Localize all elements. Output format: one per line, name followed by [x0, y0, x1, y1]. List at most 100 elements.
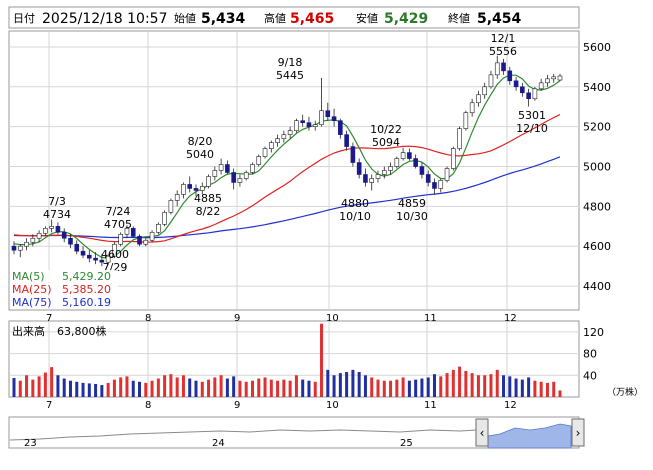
candle-body — [338, 120, 343, 135]
volume-bar — [370, 377, 374, 397]
volume-bar — [407, 380, 411, 397]
candle-body — [306, 122, 312, 127]
candle-body — [319, 110, 324, 125]
volume-bar — [539, 381, 543, 397]
volume-bar — [451, 369, 455, 397]
navigator-label: 23 — [24, 438, 37, 449]
volume-bar — [31, 379, 35, 397]
x-tick-label: 12 — [504, 400, 517, 411]
volume-bar — [476, 375, 480, 397]
stock-chart: 日付 2025/12/18 10:57 始値 5,434 高値 5,465 安値 5,429 終… — [8, 6, 643, 449]
volume-bar — [181, 375, 185, 397]
legend-value: 5,429.20 — [62, 270, 111, 283]
y-tick-label: 5600 — [583, 41, 611, 54]
volume-bar — [188, 378, 192, 397]
annotation-date: 10/30 — [396, 210, 428, 223]
candle-body — [551, 76, 557, 80]
candle-body — [300, 120, 305, 123]
y-tick-label: 5200 — [583, 121, 611, 134]
date-value: 2025/12/18 10:57 — [42, 11, 168, 27]
candle-body — [469, 102, 475, 114]
annotation-date: 8/20 — [188, 135, 213, 148]
volume-bar — [125, 376, 129, 397]
candle-body — [463, 112, 469, 129]
legend-value: 5,385.20 — [62, 283, 111, 296]
volume-bar — [138, 381, 142, 397]
volume-bar — [106, 382, 110, 397]
volume-bar — [313, 381, 317, 397]
x-tick-label: 10 — [326, 400, 339, 411]
annotation-date: 12/1 — [491, 32, 516, 45]
volume-bar — [401, 377, 405, 397]
volume-bar — [43, 372, 47, 397]
x-tick-label: 7 — [46, 400, 52, 411]
candle-body — [294, 120, 299, 131]
low-label: 安値 — [356, 11, 378, 25]
volume-bar — [81, 382, 85, 397]
candle-body — [501, 62, 506, 72]
candle-body — [369, 178, 375, 183]
high-label: 高値 — [264, 11, 286, 25]
candle-body — [243, 172, 249, 179]
annotation-value: 4734 — [43, 208, 71, 221]
volume-bar — [520, 379, 524, 397]
volume-bar — [119, 377, 123, 397]
annotation-date: 10/22 — [370, 123, 402, 136]
volume-bar — [495, 369, 499, 397]
y-tick-label: 4600 — [583, 240, 611, 253]
candle-body — [262, 148, 268, 157]
candle-body — [413, 158, 418, 167]
candle-body — [269, 142, 274, 149]
x-tick-label: 9 — [234, 313, 240, 324]
annotation-date: 9/18 — [278, 56, 303, 69]
annotation-value: 5301 — [518, 109, 546, 122]
candle-body — [199, 186, 205, 191]
candle-body — [168, 200, 174, 213]
candle-body — [156, 224, 161, 233]
volume-tick-label: 80 — [583, 348, 597, 361]
chart-stage: 日付 2025/12/18 10:57 始値 5,434 高値 5,465 安値 5,429 終… — [0, 0, 653, 470]
candle-body — [149, 231, 155, 241]
annotation-date: 12/10 — [516, 122, 548, 135]
annotation-date: 7/24 — [106, 205, 131, 218]
candle-body — [206, 176, 211, 187]
volume-bar — [232, 376, 236, 397]
volume-bar — [545, 382, 549, 397]
volume-bar — [213, 377, 217, 397]
candle-body — [526, 92, 531, 100]
candle-body — [425, 174, 431, 183]
date-label: 日付 — [13, 12, 35, 25]
volume-bar — [163, 375, 167, 397]
volume-bar — [301, 379, 305, 397]
candle-body — [93, 257, 98, 261]
volume-bar — [420, 378, 424, 397]
volume-bar — [257, 378, 261, 397]
volume-bar — [56, 375, 60, 397]
volume-bar — [282, 379, 286, 397]
candle-body — [545, 78, 550, 84]
volume-bar — [150, 380, 154, 397]
volume-bar — [244, 381, 248, 397]
volume-bar — [62, 378, 66, 397]
volume-bar — [37, 376, 41, 397]
candle-body — [356, 162, 362, 175]
volume-bar — [533, 380, 537, 397]
candle-body — [381, 170, 387, 175]
candle-body — [363, 174, 368, 183]
volume-bar — [320, 323, 324, 397]
candle-body — [11, 245, 17, 251]
volume-bar — [50, 367, 54, 397]
candle-body — [174, 194, 180, 201]
volume-bar — [458, 366, 462, 397]
volume-bar — [169, 374, 173, 397]
volume-bar — [382, 380, 386, 397]
legend-label: MA(25) — [12, 283, 52, 296]
candle-body — [388, 166, 393, 171]
volume-bar — [25, 375, 29, 397]
volume-bar — [112, 379, 116, 397]
volume-bar — [200, 381, 204, 397]
volume-bar — [75, 381, 79, 397]
candle-body — [451, 148, 456, 169]
candle-body — [225, 164, 230, 173]
volume-bar — [351, 369, 355, 397]
